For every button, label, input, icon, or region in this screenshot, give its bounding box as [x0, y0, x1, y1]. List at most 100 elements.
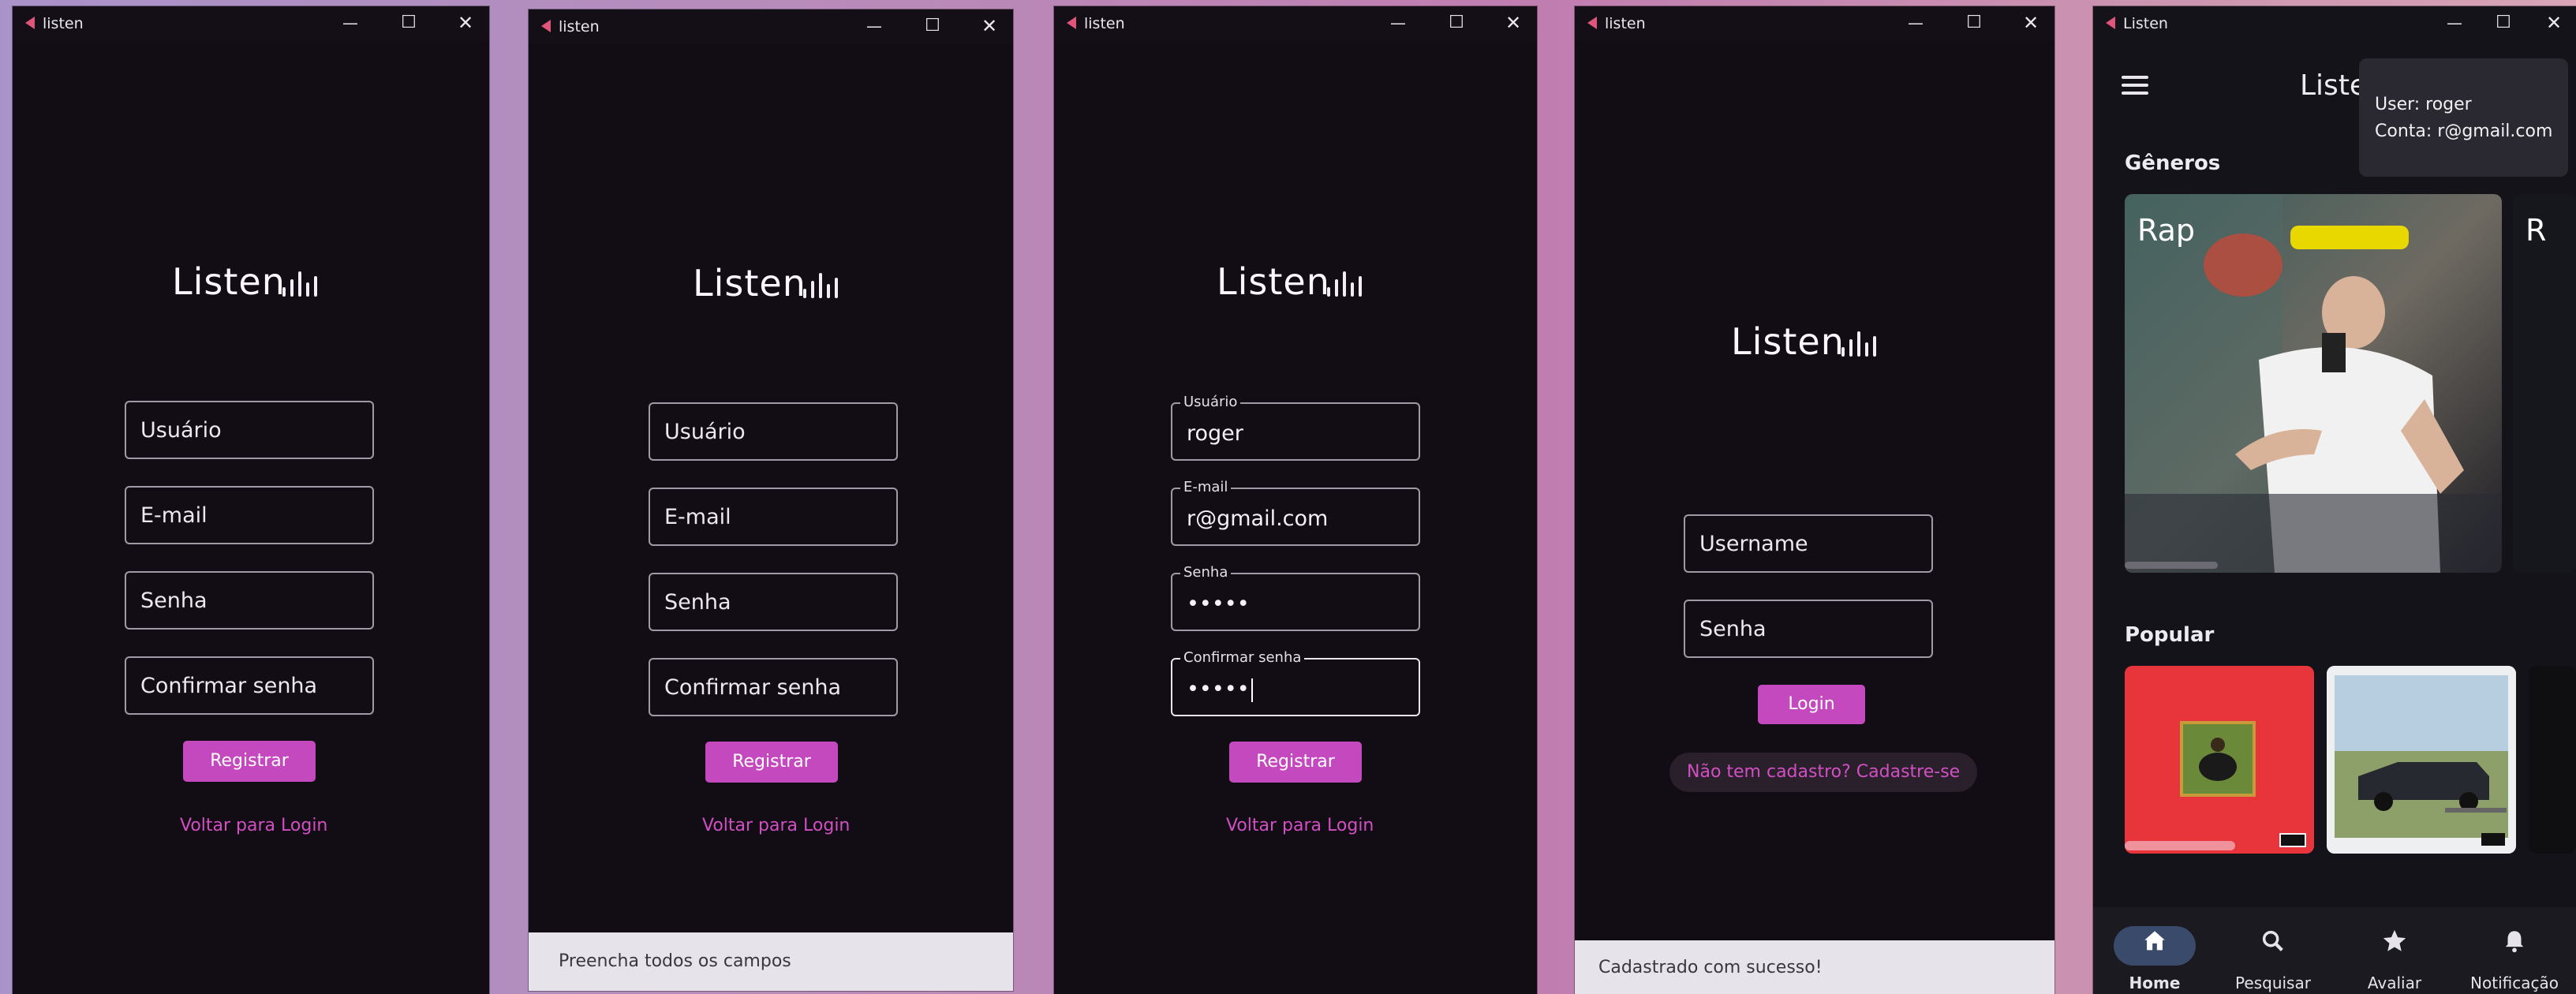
logo-text: Listen — [693, 262, 806, 305]
field-placeholder: Usuário — [664, 420, 746, 444]
home-icon — [2093, 929, 2216, 962]
field-value-wrap: ••••• — [1187, 677, 1253, 702]
title-bar[interactable]: listen — ☐ ✕ — [13, 6, 489, 41]
close-icon[interactable]: ✕ — [450, 9, 481, 36]
tooltip-user: User: roger — [2375, 95, 2472, 114]
minimize-icon[interactable]: — — [858, 13, 890, 39]
app-logo: Listen — [1731, 320, 1968, 368]
nav-home[interactable]: Home — [2093, 907, 2216, 994]
username-field[interactable]: Usuário roger — [1171, 394, 1420, 461]
field-placeholder: E-mail — [140, 503, 208, 528]
tooltip-account: Conta: r@gmail.com — [2375, 121, 2553, 141]
home-window: Listen — ☐ ✕ Liste User: roger Conta: r@… — [2093, 6, 2576, 994]
field-value: roger — [1187, 421, 1243, 446]
register-window-2: listen — ☐ ✕ Listen Usuário E-mail Senha… — [529, 9, 1013, 991]
genre-card-partial[interactable]: R — [2513, 194, 2576, 573]
logo-text: Listen — [172, 260, 286, 303]
back-to-login-link[interactable]: Voltar para Login — [180, 816, 327, 835]
nav-label: Notificação — [2470, 973, 2559, 992]
maximize-icon[interactable]: ☐ — [1958, 9, 1990, 36]
register-button[interactable]: Registrar — [183, 741, 316, 782]
app-logo: Listen — [1217, 260, 1453, 308]
register-window-filled: listen — ☐ ✕ Listen Usuário roger E-mail… — [1054, 6, 1537, 994]
field-placeholder: E-mail — [664, 505, 731, 529]
maximize-icon[interactable]: ☐ — [2488, 9, 2519, 36]
close-icon[interactable]: ✕ — [1497, 9, 1529, 36]
register-button[interactable]: Registrar — [705, 742, 838, 783]
snackbar-message: Cadastrado com sucesso! — [1598, 958, 1823, 977]
app-logo: Listen — [172, 260, 409, 308]
username-field[interactable]: Username — [1684, 514, 1933, 573]
bottom-navigation: Home Pesquisar Avaliar Notificação — [2093, 907, 2576, 994]
text-caret — [1251, 678, 1253, 702]
album-card-2[interactable] — [2327, 666, 2516, 854]
snackbar: Cadastrado com sucesso! — [1575, 940, 2054, 994]
window-title: Listen — [2123, 15, 2168, 32]
menu-icon[interactable] — [2122, 76, 2148, 99]
field-label: Usuário — [1180, 394, 1241, 410]
maximize-icon[interactable]: ☐ — [917, 13, 948, 39]
confirm-password-field[interactable]: Confirmar senha — [649, 658, 898, 716]
app-icon — [1587, 17, 1597, 29]
app-logo: Listen — [693, 262, 929, 309]
album-cover-2 — [2327, 666, 2516, 854]
back-to-login-link[interactable]: Voltar para Login — [1226, 816, 1374, 835]
genre-label: R — [2526, 213, 2547, 248]
app-title: Liste — [2300, 69, 2368, 102]
field-value: r@gmail.com — [1187, 506, 1329, 531]
login-button[interactable]: Login — [1758, 685, 1865, 724]
close-icon[interactable]: ✕ — [974, 13, 1005, 39]
title-bar[interactable]: listen — ☐ ✕ — [1575, 6, 2054, 41]
search-icon — [2211, 929, 2335, 962]
minimize-icon[interactable]: — — [1382, 9, 1414, 36]
username-field[interactable]: Usuário — [125, 401, 374, 459]
signup-link[interactable]: Não tem cadastro? Cadastre-se — [1669, 753, 1978, 792]
confirm-password-field[interactable]: Confirmar senha — [125, 656, 374, 715]
nav-label: Avaliar — [2367, 973, 2422, 992]
genres-heading: Gêneros — [2125, 151, 2221, 175]
album-card-1[interactable] — [2125, 666, 2314, 854]
nav-rate[interactable]: Avaliar — [2333, 907, 2456, 994]
app-icon — [25, 17, 35, 29]
email-field[interactable]: E-mail r@gmail.com — [1171, 479, 1420, 546]
minimize-icon[interactable]: — — [2439, 9, 2470, 36]
album-cover-1 — [2125, 666, 2314, 854]
nav-search[interactable]: Pesquisar — [2211, 907, 2335, 994]
genre-card-rap[interactable]: Rap — [2125, 194, 2502, 573]
maximize-icon[interactable]: ☐ — [1441, 9, 1472, 36]
title-bar[interactable]: listen — ☐ ✕ — [1054, 6, 1537, 41]
register-button[interactable]: Registrar — [1229, 742, 1362, 783]
genres-scrollbar[interactable] — [2125, 562, 2218, 569]
field-placeholder: Usuário — [140, 418, 222, 443]
confirm-password-field[interactable]: Confirmar senha ••••• — [1171, 649, 1420, 716]
album-card-partial[interactable] — [2529, 666, 2576, 854]
close-icon[interactable]: ✕ — [2538, 9, 2570, 36]
logo-text: Listen — [1731, 320, 1845, 363]
app-icon — [541, 20, 551, 32]
minimize-icon[interactable]: — — [335, 9, 366, 36]
password-field[interactable]: Senha — [649, 573, 898, 631]
email-field[interactable]: E-mail — [649, 488, 898, 546]
nav-notifications[interactable]: Notificação — [2453, 907, 2576, 994]
star-icon — [2333, 929, 2456, 962]
email-field[interactable]: E-mail — [125, 486, 374, 544]
nav-label: Pesquisar — [2235, 973, 2311, 992]
maximize-icon[interactable]: ☐ — [393, 9, 424, 36]
field-label: Senha — [1180, 564, 1232, 581]
password-field[interactable]: Senha ••••• — [1171, 564, 1420, 631]
password-field[interactable]: Senha — [1684, 600, 1933, 658]
username-field[interactable]: Usuário — [649, 402, 898, 461]
title-bar[interactable]: Listen — ☐ ✕ — [2093, 6, 2576, 41]
field-label: E-mail — [1180, 479, 1232, 495]
password-field[interactable]: Senha — [125, 571, 374, 630]
genre-image-rap — [2125, 194, 2502, 573]
back-to-login-link[interactable]: Voltar para Login — [702, 816, 850, 835]
bell-icon — [2453, 929, 2576, 962]
field-label: Confirmar senha — [1180, 649, 1305, 666]
title-bar[interactable]: listen — ☐ ✕ — [529, 9, 1013, 44]
minimize-icon[interactable]: — — [1900, 9, 1931, 36]
app-icon — [2106, 17, 2115, 29]
close-icon[interactable]: ✕ — [2015, 9, 2047, 36]
field-placeholder: Confirmar senha — [664, 675, 842, 700]
album-progress — [2125, 841, 2235, 850]
